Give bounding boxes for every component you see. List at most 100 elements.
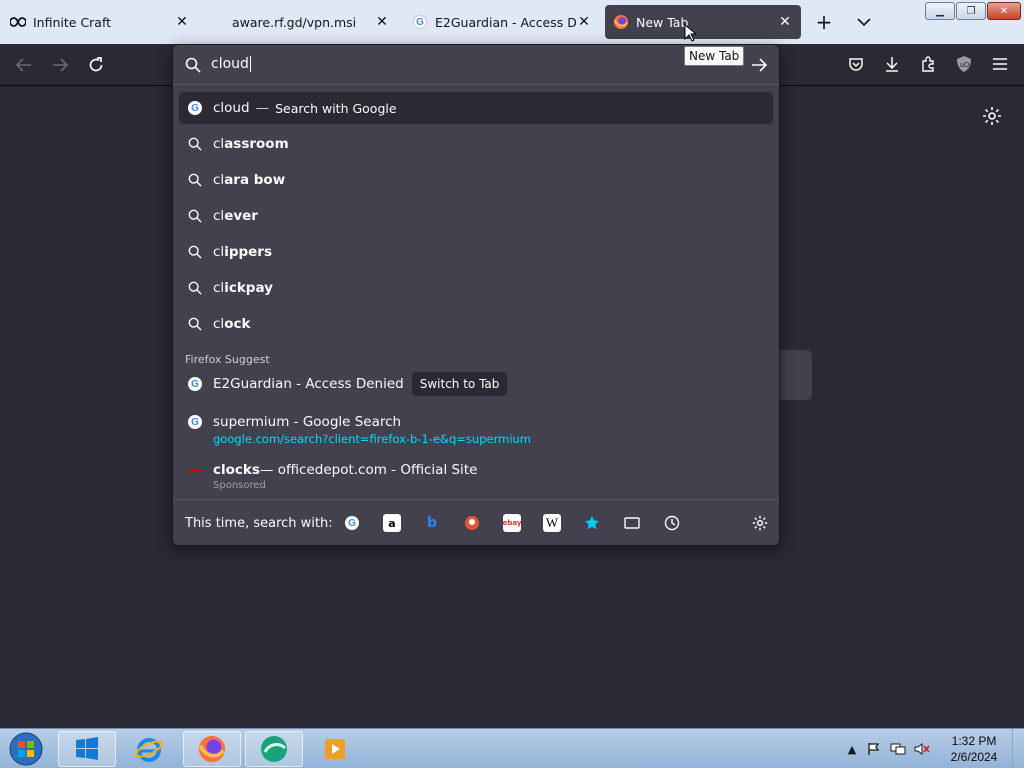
google-icon: G [412, 14, 428, 30]
search-suggestion[interactable]: cl ickpay [179, 272, 773, 304]
search-suggestion[interactable]: cl ippers [179, 236, 773, 268]
show-hidden-icons-icon[interactable]: ▲ [844, 741, 860, 757]
downloads-icon[interactable] [882, 54, 902, 74]
google-engine-icon[interactable]: G [343, 514, 361, 532]
close-tab-icon[interactable]: ✕ [777, 14, 793, 30]
taskbar-media-player[interactable] [307, 731, 365, 767]
heuristic-search-result[interactable]: G cloud — Search with Google [179, 92, 773, 124]
action-center-flag-icon[interactable] [866, 741, 882, 757]
forward-arrow-icon [53, 58, 68, 72]
tab-vpn-msi[interactable]: aware.rf.gd/vpn.msi ✕ [202, 5, 398, 39]
taskbar-windows-app[interactable] [58, 731, 116, 767]
google-icon: G [187, 376, 203, 392]
start-button[interactable] [5, 732, 47, 766]
windows-orb-icon [9, 732, 43, 766]
background-search-card [780, 350, 812, 400]
amazon-engine-icon[interactable]: a [383, 514, 401, 532]
clock-date: 2/6/2024 [950, 750, 998, 764]
firefox-icon [198, 735, 226, 763]
ublock-origin-icon[interactable]: uO [954, 54, 974, 74]
history-result[interactable]: G supermium - Google Search google.com/s… [179, 410, 773, 450]
green-app-icon [261, 736, 287, 762]
reload-icon [89, 57, 103, 72]
tab-title: New Tab [636, 14, 689, 30]
window-close-button[interactable]: ✕ [987, 2, 1021, 20]
go-arrow-icon [752, 58, 767, 72]
close-tab-icon[interactable]: ✕ [576, 14, 592, 30]
search-icon [187, 316, 203, 332]
result-title: cloud [213, 100, 250, 116]
chevron-down-icon [857, 18, 871, 26]
taskbar-internet-explorer[interactable] [120, 731, 178, 767]
windows-logo-icon [76, 737, 98, 760]
mouse-cursor-icon [684, 24, 696, 42]
go-button[interactable] [749, 55, 769, 75]
switch-to-tab-result[interactable]: G E2Guardian - Access Denied Switch to T… [179, 368, 773, 400]
google-icon: G [187, 414, 203, 430]
back-arrow-icon [16, 58, 31, 72]
media-player-icon [325, 739, 345, 759]
back-button[interactable] [12, 53, 36, 77]
suggestion-rest: ippers [224, 244, 272, 260]
suggestion-rest: ock [224, 316, 251, 332]
result-action: Search with Google [275, 100, 397, 116]
tab-strip: Infinite Craft ✕ aware.rf.gd/vpn.msi ✕ G… [0, 0, 1024, 44]
urlbar-dropdown: cloud G cloud — Search with Google cl ass… [172, 44, 780, 546]
tabs-icon[interactable] [623, 514, 641, 532]
tab-infinite-craft[interactable]: Infinite Craft ✕ [2, 5, 198, 39]
forward-button[interactable] [48, 53, 72, 77]
pocket-icon[interactable] [846, 54, 866, 74]
volume-muted-icon[interactable] [914, 741, 930, 757]
taskbar-firefox[interactable] [183, 731, 241, 767]
switch-to-tab-button[interactable]: Switch to Tab [411, 372, 508, 396]
tab-e2guardian[interactable]: G E2Guardian - Access Denied ✕ [404, 5, 600, 39]
search-icon [187, 244, 203, 260]
search-suggestion[interactable]: cl assroom [179, 128, 773, 160]
sponsored-result[interactable]: clocks — officedepot.com - Official Site… [179, 458, 773, 498]
taskbar-app-green[interactable] [245, 731, 303, 767]
search-suggestion[interactable]: cl ock [179, 308, 773, 340]
list-all-tabs-button[interactable] [852, 10, 876, 34]
suggestion-prefix: cl [213, 172, 225, 188]
duckduckgo-engine-icon[interactable] [463, 514, 481, 532]
close-tab-icon[interactable]: ✕ [174, 14, 190, 30]
tab-title: aware.rf.gd/vpn.msi [232, 14, 357, 30]
bookmarks-star-icon[interactable] [583, 514, 601, 532]
close-tab-icon[interactable]: ✕ [374, 14, 390, 30]
show-desktop-button[interactable] [1012, 729, 1024, 768]
search-suggestion[interactable]: cl ara bow [179, 164, 773, 196]
windows-taskbar: ▲ 1:32 PM 2/6/2024 [0, 728, 1024, 768]
result-title-bold: clocks [213, 462, 260, 478]
reload-button[interactable] [84, 53, 108, 77]
search-icon [185, 57, 201, 73]
firefox-icon [613, 14, 629, 30]
tab-new-tab[interactable]: New Tab ✕ [605, 5, 801, 39]
new-tab-tooltip: New Tab [684, 46, 745, 66]
search-settings-gear-icon[interactable] [751, 514, 769, 532]
system-clock[interactable]: 1:32 PM 2/6/2024 [946, 733, 1002, 765]
menu-hamburger-icon[interactable] [990, 54, 1010, 74]
result-separator: — [255, 100, 270, 116]
wikipedia-engine-icon[interactable]: W [543, 514, 561, 532]
minimize-button[interactable]: ▁ [925, 2, 955, 20]
search-icon [187, 280, 203, 296]
search-suggestion[interactable]: cl ever [179, 200, 773, 232]
suggestion-rest: ara bow [224, 172, 286, 188]
ebay-engine-icon[interactable]: ebay [503, 514, 521, 532]
page-settings-gear-icon[interactable] [982, 106, 1002, 126]
suggestion-rest: ever [224, 208, 258, 224]
infinity-icon [10, 14, 26, 30]
extensions-icon[interactable] [918, 54, 938, 74]
history-clock-icon[interactable] [663, 514, 681, 532]
new-tab-button[interactable]: + [812, 10, 836, 34]
clock-time: 1:32 PM [951, 734, 997, 748]
sponsored-label: Sponsored [213, 480, 266, 491]
result-url: google.com/search?client=firefox-b-1-e&q… [213, 432, 532, 446]
bing-engine-icon[interactable]: b [423, 514, 441, 532]
suggestion-prefix: cl [213, 316, 225, 332]
maximize-button[interactable]: ❐ [956, 2, 986, 20]
suggestion-prefix: cl [213, 208, 225, 224]
suggestion-rest: ickpay [224, 280, 273, 296]
search-with-bar: This time, search with: G a b ebay W [173, 499, 779, 545]
network-icon[interactable] [890, 741, 906, 757]
